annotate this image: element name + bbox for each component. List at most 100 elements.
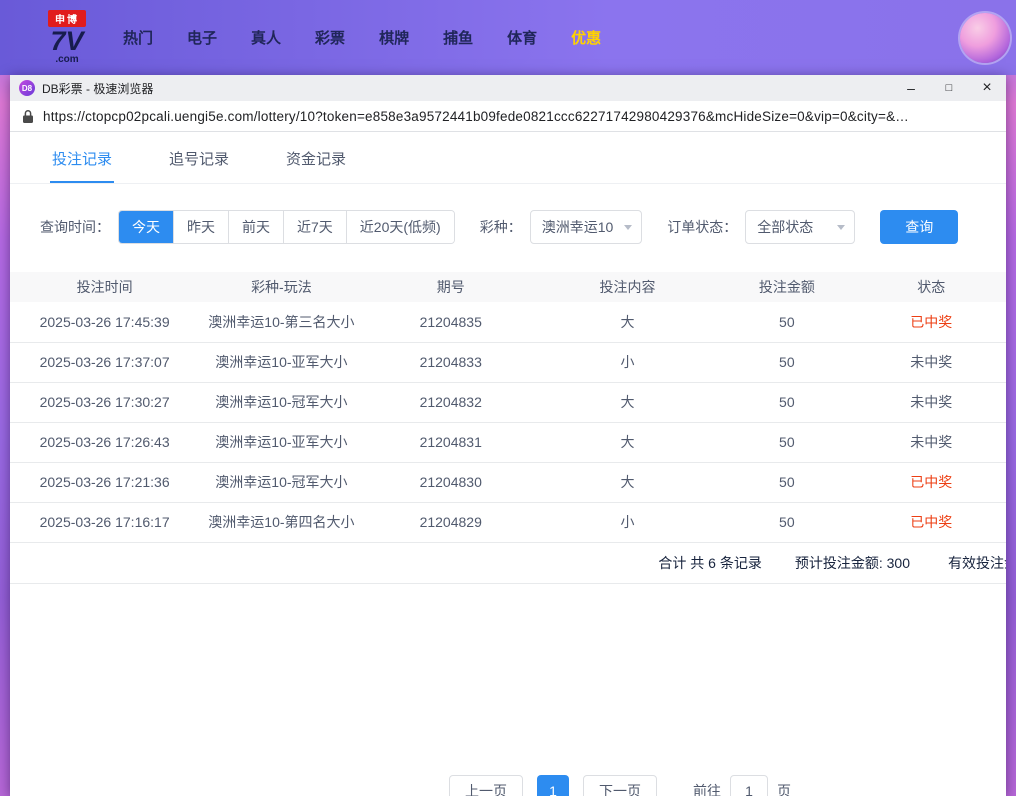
column-header: 投注时间 <box>10 272 199 302</box>
chevron-down-icon <box>624 225 632 230</box>
time-option-1[interactable]: 今天 <box>119 211 173 243</box>
search-button[interactable]: 查询 <box>880 210 958 244</box>
nav-item-5[interactable]: 棋牌 <box>379 27 409 48</box>
cell-game: 澳洲幸运10-冠军大小 <box>199 462 363 502</box>
maximize-button[interactable]: □ <box>930 75 968 101</box>
order-status-select-value: 全部状态 <box>757 219 813 235</box>
minimize-button[interactable]: – <box>892 75 930 101</box>
browser-window: D8 DB彩票 - 极速浏览器 – □ × https://ctopcp02pc… <box>10 75 1006 796</box>
time-option-2[interactable]: 昨天 <box>173 211 228 243</box>
tab-2[interactable]: 追号记录 <box>167 132 231 183</box>
cell-game: 澳洲幸运10-第三名大小 <box>199 302 363 342</box>
cell-issue: 21204833 <box>364 342 538 382</box>
nav-item-6[interactable]: 捕鱼 <box>443 27 473 48</box>
summary-row: 合计 共 6 条记录 预计投注金额: 300 有效投注金额 <box>10 543 1006 584</box>
nav-item-1[interactable]: 热门 <box>123 27 153 48</box>
cell-content: 大 <box>538 382 717 422</box>
cell-status: 未中奖 <box>857 382 1006 422</box>
avatar[interactable] <box>960 13 1010 63</box>
cell-game: 澳洲幸运10-第四名大小 <box>199 502 363 542</box>
cell-amount: 50 <box>717 302 856 342</box>
table-row: 2025-03-26 17:45:39澳洲幸运10-第三名大小21204835大… <box>10 302 1006 342</box>
goto-page-suffix: 页 <box>777 781 791 796</box>
summary-expected-amount: 预计投注金额: 300 <box>795 553 910 573</box>
table-row: 2025-03-26 17:16:17澳洲幸运10-第四名大小21204829小… <box>10 502 1006 542</box>
nav-item-7[interactable]: 体育 <box>507 27 537 48</box>
cell-issue: 21204830 <box>364 462 538 502</box>
goto-page-input[interactable] <box>730 775 768 796</box>
nav-item-3[interactable]: 真人 <box>251 27 281 48</box>
cell-content: 大 <box>538 462 717 502</box>
cell-issue: 21204835 <box>364 302 538 342</box>
cell-game: 澳洲幸运10-亚军大小 <box>199 342 363 382</box>
cell-status: 已中奖 <box>857 462 1006 502</box>
column-header: 期号 <box>364 272 538 302</box>
cell-issue: 21204829 <box>364 502 538 542</box>
window-title: DB彩票 - 极速浏览器 <box>42 80 153 97</box>
prev-page-button[interactable]: 上一页 <box>449 775 523 796</box>
column-header: 投注金额 <box>717 272 856 302</box>
time-option-3[interactable]: 前天 <box>228 211 283 243</box>
time-filter-label: 查询时间： <box>40 217 110 237</box>
brand-logo[interactable]: 申博 7V .com <box>38 10 96 65</box>
cell-amount: 50 <box>717 382 856 422</box>
cell-time: 2025-03-26 17:26:43 <box>10 422 199 462</box>
tab-3[interactable]: 资金记录 <box>284 132 348 183</box>
tab-1[interactable]: 投注记录 <box>50 132 114 183</box>
order-status-filter-label: 订单状态： <box>667 217 737 237</box>
cell-time: 2025-03-26 17:21:36 <box>10 462 199 502</box>
column-header: 投注内容 <box>538 272 717 302</box>
nav-item-2[interactable]: 电子 <box>187 27 217 48</box>
next-page-button[interactable]: 下一页 <box>583 775 657 796</box>
filter-bar: 查询时间： 今天昨天前天近7天近20天(低频) 彩种： 澳洲幸运10 订单状态：… <box>40 210 1006 244</box>
cell-status: 已中奖 <box>857 502 1006 542</box>
time-range-group: 今天昨天前天近7天近20天(低频) <box>118 210 455 244</box>
nav-item-4[interactable]: 彩票 <box>315 27 345 48</box>
table-body: 2025-03-26 17:45:39澳洲幸运10-第三名大小21204835大… <box>10 302 1006 542</box>
table-row: 2025-03-26 17:37:07澳洲幸运10-亚军大小21204833小5… <box>10 342 1006 382</box>
cell-issue: 21204831 <box>364 422 538 462</box>
column-header: 状态 <box>857 272 1006 302</box>
chevron-down-icon <box>837 225 845 230</box>
summary-valid-amount: 有效投注金额 <box>948 553 1006 573</box>
cell-amount: 50 <box>717 462 856 502</box>
lottery-filter-label: 彩种： <box>480 217 522 237</box>
cell-amount: 50 <box>717 502 856 542</box>
cell-amount: 50 <box>717 422 856 462</box>
goto-page-label: 前往 <box>693 781 721 796</box>
lock-icon <box>22 109 34 124</box>
cell-status: 已中奖 <box>857 302 1006 342</box>
lottery-select[interactable]: 澳洲幸运10 <box>530 210 643 244</box>
url-bar[interactable]: https://ctopcp02pcali.uengi5e.com/lotter… <box>10 101 1006 132</box>
nav-item-8[interactable]: 优惠 <box>571 27 601 48</box>
tabs: 投注记录 追号记录 资金记录 <box>10 132 1006 184</box>
top-navbar: 申博 7V .com 热门 电子 真人 彩票 棋牌 捕鱼 体育 优惠 <box>0 0 1016 75</box>
cell-time: 2025-03-26 17:37:07 <box>10 342 199 382</box>
window-controls: – □ × <box>892 75 1006 101</box>
time-option-5[interactable]: 近20天(低频) <box>346 211 454 243</box>
nav-menu: 热门 电子 真人 彩票 棋牌 捕鱼 体育 优惠 <box>106 27 618 48</box>
current-page-button[interactable]: 1 <box>537 775 569 796</box>
url-text: https://ctopcp02pcali.uengi5e.com/lotter… <box>43 109 909 124</box>
column-header: 彩种-玩法 <box>199 272 363 302</box>
cell-content: 大 <box>538 422 717 462</box>
cell-time: 2025-03-26 17:16:17 <box>10 502 199 542</box>
cell-content: 小 <box>538 502 717 542</box>
app-icon: D8 <box>19 80 35 96</box>
cell-amount: 50 <box>717 342 856 382</box>
page-content: 投注记录 追号记录 资金记录 查询时间： 今天昨天前天近7天近20天(低频) 彩种：… <box>10 132 1006 796</box>
cell-game: 澳洲幸运10-冠军大小 <box>199 382 363 422</box>
cell-time: 2025-03-26 17:45:39 <box>10 302 199 342</box>
time-option-4[interactable]: 近7天 <box>283 211 346 243</box>
pagination: 上一页 1 下一页 前往 页 <box>122 775 1006 796</box>
bet-records-table: 投注时间彩种-玩法期号投注内容投注金额状态 2025-03-26 17:45:3… <box>10 272 1006 543</box>
cell-game: 澳洲幸运10-亚军大小 <box>199 422 363 462</box>
table-row: 2025-03-26 17:30:27澳洲幸运10-冠军大小21204832大5… <box>10 382 1006 422</box>
lottery-select-value: 澳洲幸运10 <box>542 219 614 235</box>
close-button[interactable]: × <box>968 75 1006 101</box>
table-row: 2025-03-26 17:21:36澳洲幸运10-冠军大小21204830大5… <box>10 462 1006 502</box>
cell-content: 小 <box>538 342 717 382</box>
cell-time: 2025-03-26 17:30:27 <box>10 382 199 422</box>
summary-total: 合计 共 6 条记录 <box>658 553 761 573</box>
order-status-select[interactable]: 全部状态 <box>745 210 855 244</box>
